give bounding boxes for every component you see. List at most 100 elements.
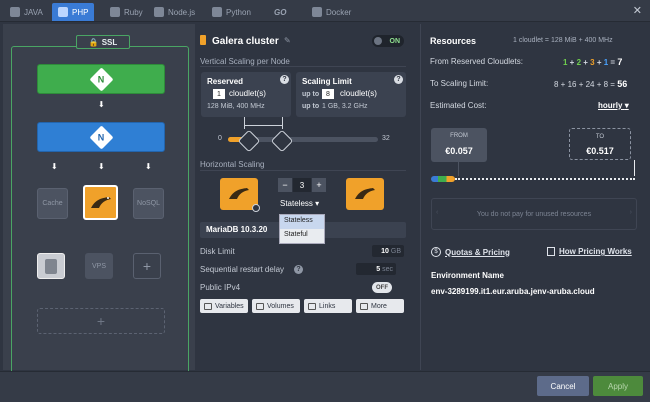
add-layer-button[interactable]: + bbox=[37, 308, 165, 334]
storage-node[interactable] bbox=[37, 253, 65, 279]
link-icon bbox=[308, 302, 316, 310]
reserved-title: Reserved bbox=[207, 77, 244, 86]
chevron-down-icon: ▾ bbox=[315, 199, 320, 208]
resources-panel: Resources 1 cloudlet = 128 MiB + 400 MHz… bbox=[420, 24, 646, 370]
volumes-button[interactable]: Volumes bbox=[252, 299, 300, 313]
environment-name-label: Environment Name bbox=[431, 271, 504, 280]
divider bbox=[200, 170, 406, 171]
ssl-button[interactable]: 🔒 SSL bbox=[76, 35, 130, 49]
wrench-icon bbox=[360, 302, 368, 310]
lock-icon: 🔒 bbox=[88, 37, 99, 47]
scaling-limit-unit: cloudlet(s) bbox=[340, 89, 377, 98]
reserved-stepper[interactable]: 1 bbox=[213, 89, 225, 99]
node-enable-toggle[interactable]: ON bbox=[372, 35, 404, 47]
links-button[interactable]: Links bbox=[304, 299, 352, 313]
scaling-limit-title: Scaling Limit bbox=[302, 77, 352, 86]
option-stateful[interactable]: Stateful bbox=[280, 229, 324, 243]
estimated-cost-label: Estimated Cost: bbox=[430, 101, 487, 110]
chevron-right-icon[interactable]: › bbox=[630, 209, 632, 216]
from-reserved-expression: 1 + 2 + 3 + 1 = 7 bbox=[563, 57, 623, 67]
node-title: Galera cluster bbox=[212, 36, 279, 47]
cache-node[interactable]: Cache bbox=[37, 188, 68, 219]
disk-limit-input[interactable]: 10 GB bbox=[372, 245, 404, 257]
cost-to-box: TO €0.517 bbox=[569, 128, 631, 160]
chevron-left-icon[interactable]: ‹ bbox=[436, 209, 438, 216]
variables-icon bbox=[204, 302, 212, 310]
app-server-node[interactable]: N bbox=[37, 122, 165, 152]
scaling-mode-dropdown: Stateless Stateful bbox=[279, 214, 325, 244]
restart-delay-input[interactable]: 5 sec bbox=[356, 263, 396, 275]
load-balancer-node[interactable]: N bbox=[37, 64, 165, 94]
hard-drive-icon bbox=[45, 258, 57, 274]
from-reserved-label: From Reserved Cloudlets: bbox=[430, 57, 523, 66]
add-node-button[interactable]: + bbox=[133, 253, 161, 279]
limit-info: 1 GB, 3.2 GHz bbox=[322, 103, 368, 110]
help-icon[interactable]: ? bbox=[294, 265, 303, 274]
limit-handle[interactable] bbox=[270, 129, 293, 153]
connector-bar bbox=[244, 125, 282, 126]
vertical-scaling-label: Vertical Scaling per Node bbox=[200, 57, 290, 66]
more-button[interactable]: More bbox=[356, 299, 404, 313]
up-to-label: up to bbox=[302, 91, 320, 98]
variables-button[interactable]: Variables bbox=[200, 299, 248, 313]
limit-info-prefix: up to bbox=[302, 103, 320, 110]
arrow-down-icon: ⬇ bbox=[145, 162, 152, 171]
node-config-panel: Galera cluster ✎ ON Vertical Scaling per… bbox=[196, 24, 418, 370]
resources-title: Resources bbox=[430, 36, 477, 46]
to-scaling-label: To Scaling Limit: bbox=[430, 79, 489, 88]
cancel-button[interactable]: Cancel bbox=[537, 376, 589, 396]
chevron-down-icon: ▾ bbox=[624, 101, 629, 110]
scaling-limit-box: Scaling Limit ? up to 8 cloudlet(s) up t… bbox=[296, 72, 406, 117]
close-icon[interactable]: ✕ bbox=[633, 4, 642, 17]
cloudlet-definition: 1 cloudlet = 128 MiB + 400 MHz bbox=[513, 37, 613, 44]
php-icon bbox=[58, 7, 68, 17]
mariadb-seal-icon bbox=[355, 188, 375, 199]
reserved-info: 128 MiB, 400 MHz bbox=[207, 103, 265, 110]
slider-min-label: 0 bbox=[218, 135, 222, 142]
edit-icon[interactable]: ✎ bbox=[284, 36, 291, 45]
tab-ruby[interactable]: Ruby bbox=[104, 3, 149, 21]
mariadb-node[interactable] bbox=[83, 185, 118, 220]
horizontal-scaling-label: Horizontal Scaling bbox=[200, 160, 265, 169]
help-icon[interactable]: ? bbox=[394, 75, 403, 84]
mariadb-seal-icon bbox=[229, 188, 249, 199]
ruby-icon bbox=[110, 7, 120, 17]
public-ipv4-label: Public IPv4 bbox=[200, 283, 241, 292]
vps-node[interactable]: VPS bbox=[85, 253, 113, 279]
tab-go[interactable]: GO bbox=[268, 3, 292, 21]
quotas-pricing-link[interactable]: $ Quotas & Pricing bbox=[431, 247, 510, 257]
nosql-node[interactable]: NoSQL bbox=[133, 188, 164, 219]
slider-max-label: 32 bbox=[382, 135, 390, 142]
cost-period-select[interactable]: hourly ▾ bbox=[598, 101, 629, 110]
topology-panel: 🔒 SSL N ⬇ N ⬇ ⬇ ⬇ Cache NoSQL VPS + + bbox=[3, 24, 195, 384]
mariadb-seal-icon bbox=[90, 196, 111, 208]
nginx-icon: N bbox=[88, 124, 114, 150]
scaling-mode-select[interactable]: Stateless ▾ bbox=[280, 199, 319, 208]
reserved-connector bbox=[244, 117, 245, 129]
node-count-input[interactable]: 3 bbox=[293, 178, 311, 192]
tab-nodejs[interactable]: Node.js bbox=[148, 3, 201, 21]
document-icon bbox=[547, 247, 555, 256]
help-icon[interactable]: ? bbox=[280, 75, 289, 84]
arrow-down-icon: ⬇ bbox=[51, 162, 58, 171]
gear-icon[interactable] bbox=[252, 204, 260, 212]
apply-button[interactable]: Apply bbox=[593, 376, 643, 396]
tab-php[interactable]: PHP bbox=[52, 3, 95, 21]
worker-node-icon bbox=[346, 178, 384, 210]
toggle-knob bbox=[374, 37, 382, 45]
how-pricing-link[interactable]: How Pricing Works bbox=[547, 247, 632, 256]
option-stateless[interactable]: Stateless bbox=[280, 215, 324, 229]
tab-docker[interactable]: Docker bbox=[306, 3, 357, 21]
public-ipv4-toggle[interactable]: OFF bbox=[372, 282, 392, 293]
cost-from-box: FROM €0.057 bbox=[431, 128, 487, 162]
increase-nodes-button[interactable]: + bbox=[312, 178, 326, 192]
tab-python[interactable]: Python bbox=[206, 3, 257, 21]
decrease-nodes-button[interactable]: − bbox=[278, 178, 292, 192]
tab-java[interactable]: JAVA bbox=[4, 3, 49, 21]
reserved-box: Reserved ? 1 cloudlet(s) 128 MiB, 400 MH… bbox=[201, 72, 291, 117]
environment-name-value[interactable]: env-3289199.it1.eur.aruba.jenv-aruba.clo… bbox=[431, 287, 595, 296]
reserved-unit: cloudlet(s) bbox=[229, 89, 266, 98]
reserved-handle[interactable] bbox=[237, 129, 261, 153]
scaling-limit-stepper[interactable]: 8 bbox=[322, 89, 334, 99]
to-scaling-expression: 8 + 16 + 24 + 8 = 56 bbox=[554, 79, 628, 89]
